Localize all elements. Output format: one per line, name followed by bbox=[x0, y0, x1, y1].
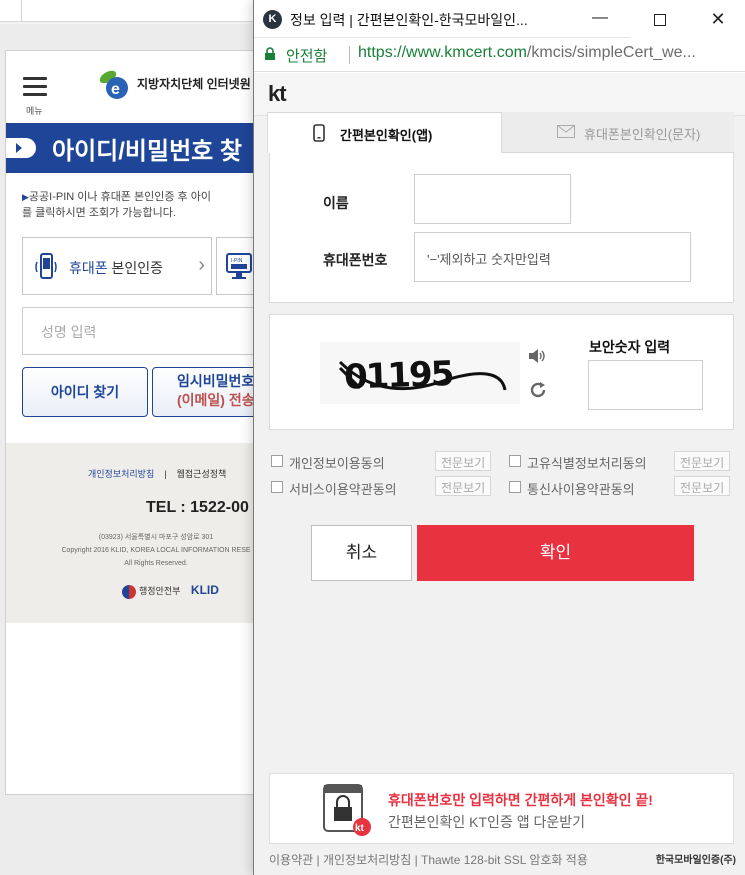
close-icon[interactable]: ✕ bbox=[690, 0, 745, 38]
banner-badge: kt bbox=[355, 823, 365, 834]
svg-text:e: e bbox=[111, 81, 120, 98]
maximize-button[interactable] bbox=[630, 0, 690, 38]
captcha-section: 01195 보안숫자 입력 bbox=[269, 314, 734, 430]
secure-label: 안전함 bbox=[286, 48, 328, 65]
arrow-icon: ▶ bbox=[22, 192, 29, 202]
privacy-policy-link[interactable]: 개인정보처리방침 bbox=[88, 469, 154, 479]
klid-logo: KLID bbox=[190, 583, 219, 597]
temp-password-button[interactable]: 임시비밀번호 (이메일) 전송 bbox=[152, 367, 264, 417]
refresh-icon[interactable] bbox=[529, 381, 547, 399]
phone-label: 휴대폰번호 bbox=[323, 252, 388, 268]
agree-unique-id-label: 고유식별정보처리동의 bbox=[527, 456, 647, 471]
addr-line3: All Rights Reserved. bbox=[124, 560, 188, 567]
url-text[interactable]: https://www.kmcert.com/kmcis/simpleCert_… bbox=[358, 44, 696, 62]
web-accessibility-link[interactable]: 웹접근성정책 bbox=[177, 469, 227, 479]
agree-carrier-checkbox[interactable] bbox=[509, 481, 521, 493]
site-header: 메뉴 e 지방자치단체 인터넷원 bbox=[6, 51, 264, 123]
banner-headline: 휴대폰번호만 입력하면 간편하게 본인확인 끝! bbox=[388, 792, 653, 808]
popup-window: K 정보 입력 | 간편본인확인-한국모바일인... — — ✕ 안전함 htt… bbox=[253, 0, 745, 875]
kt-app-lock-icon: kt bbox=[323, 784, 371, 836]
addr-line1: (03923) 서울특별시 마포구 성암로 301 bbox=[98, 534, 214, 541]
tab-simple-auth-app[interactable]: 간편본인확인(앱) bbox=[267, 112, 502, 153]
smartphone-icon bbox=[313, 124, 325, 142]
temp-pw-line1: 임시비밀번호 bbox=[177, 373, 255, 389]
background-tab-strip bbox=[0, 0, 260, 24]
phone-auth-highlight: 휴대폰 bbox=[69, 260, 108, 276]
agree-unique-id-checkbox[interactable] bbox=[509, 455, 521, 467]
mois-emblem-icon bbox=[122, 584, 136, 599]
page-title-bar: 아이디/비밀번호 찾 bbox=[6, 123, 264, 173]
kt-logo: kt bbox=[268, 81, 287, 106]
view-privacy-button[interactable]: 전문보기 bbox=[435, 451, 492, 471]
agree-service-label: 서비스이용약관동의 bbox=[289, 482, 397, 497]
url-host: https://www.kmcert.com bbox=[358, 44, 527, 61]
menu-label: 메뉴 bbox=[26, 106, 43, 116]
captcha-label: 보안숫자 입력 bbox=[589, 339, 671, 355]
tab-sms-label: 휴대폰본인확인(문자) bbox=[584, 127, 701, 142]
desc-line1: 공공I-PIN 이나 휴대폰 본인인증 후 아이 bbox=[28, 191, 211, 203]
title-tag-icon bbox=[6, 138, 36, 158]
footer-tel: TEL : 1522-00 bbox=[146, 499, 249, 516]
kt-header: kt bbox=[254, 73, 745, 116]
captcha-input[interactable] bbox=[588, 360, 703, 410]
mobile-phone-icon bbox=[35, 253, 57, 279]
footer-links[interactable]: 이용약관 | 개인정보처리방침 | Thawte 128-bit SSL 암호화… bbox=[269, 851, 588, 868]
view-service-button[interactable]: 전문보기 bbox=[435, 476, 492, 496]
site-logo-icon[interactable]: e bbox=[98, 67, 132, 101]
name-label: 이름 bbox=[323, 195, 349, 211]
lock-icon bbox=[265, 47, 275, 60]
addr-line2: Copyright 2016 KLID, KOREA LOCAL INFORMA… bbox=[61, 547, 251, 554]
address-separator bbox=[349, 46, 350, 64]
description: ▶공공I-PIN 이나 휴대폰 본인인증 후 아이 를 클릭하시면 조회가 가능… bbox=[6, 173, 264, 221]
site-footer: 개인정보처리방침 | 웹접근성정책 TEL : 1522-00 (03923) … bbox=[6, 443, 264, 623]
window-title: 정보 입력 | 간편본인확인-한국모바일인... bbox=[290, 12, 528, 28]
confirm-button[interactable]: 확인 bbox=[417, 525, 694, 581]
phone-auth-button[interactable]: 휴대폰 본인인증 › bbox=[22, 237, 212, 295]
url-path: /kmcis/simpleCert_we... bbox=[526, 44, 696, 61]
banner-subtext: 간편본인확인 KT인증 앱 다운받기 bbox=[388, 814, 585, 830]
agree-carrier-label: 통신사이용약관동의 bbox=[527, 482, 635, 497]
app-download-banner[interactable]: kt 휴대폰번호만 입력하면 간편하게 본인확인 끝! 간편본인확인 KT인증 … bbox=[269, 773, 734, 844]
view-unique-id-button[interactable]: 전문보기 bbox=[674, 451, 731, 471]
find-id-button[interactable]: 아이디 찾기 bbox=[22, 367, 148, 417]
footer-address: (03923) 서울특별시 마포구 성암로 301 Copyright 2016… bbox=[46, 531, 264, 570]
desc-line2: 를 클릭하시면 조회가 가능합니다. bbox=[22, 207, 176, 219]
background-page: 메뉴 e 지방자치단체 인터넷원 아이디/비밀번호 찾 ▶공공I-PIN 이나 … bbox=[5, 50, 265, 795]
hamburger-menu-icon[interactable] bbox=[23, 77, 47, 101]
envelope-icon bbox=[557, 125, 575, 138]
cancel-button[interactable]: 취소 bbox=[311, 525, 412, 581]
captcha-image: 01195 bbox=[320, 342, 520, 404]
name-input[interactable]: 성명 입력 bbox=[22, 307, 264, 355]
address-bar[interactable]: 안전함 https://www.kmcert.com/kmcis/simpleC… bbox=[254, 38, 745, 72]
name-field[interactable] bbox=[414, 174, 571, 224]
tab-app-label: 간편본인확인(앱) bbox=[340, 128, 433, 143]
ipin-icon-text: I-PIN bbox=[231, 258, 243, 264]
mois-label: 행정안전부 bbox=[139, 586, 181, 596]
footer-sep: | bbox=[164, 469, 167, 479]
phone-field[interactable]: '−'제외하고 숫자만입력 bbox=[414, 232, 691, 282]
speaker-icon[interactable] bbox=[528, 348, 546, 364]
footer-brand: 한국모바일인증(주) bbox=[655, 855, 736, 866]
footer-logos: 행정안전부 KLID bbox=[122, 583, 219, 599]
auth-content: kt 간편본인확인(앱) 휴대폰본인확인(문자) 이름 휴대폰번호 '−'제외하… bbox=[254, 73, 745, 875]
phone-auth-rest: 본인인증 bbox=[107, 260, 164, 276]
temp-pw-line2: (이메일) 전송 bbox=[177, 392, 255, 408]
minimize-button[interactable]: — bbox=[570, 0, 630, 38]
identity-form: 이름 휴대폰번호 '−'제외하고 숫자만입력 bbox=[269, 153, 734, 303]
view-carrier-button[interactable]: 전문보기 bbox=[674, 476, 731, 496]
chevron-right-icon: › bbox=[198, 254, 205, 276]
agree-service-checkbox[interactable] bbox=[271, 481, 283, 493]
page-title: 아이디/비밀번호 찾 bbox=[52, 138, 242, 165]
agree-privacy-checkbox[interactable] bbox=[271, 455, 283, 467]
footer-links: 개인정보처리방침 | 웹접근성정책 bbox=[88, 467, 226, 480]
agree-privacy-label: 개인정보이용동의 bbox=[289, 456, 385, 471]
kmcert-logo-icon: K bbox=[263, 10, 282, 29]
phone-auth-label: 휴대폰 본인인증 bbox=[69, 258, 163, 278]
tab-sms-auth[interactable]: 휴대폰본인확인(문자) bbox=[502, 112, 734, 153]
site-name: 지방자치단체 인터넷원 bbox=[137, 77, 251, 91]
bg-tab-seg bbox=[22, 0, 260, 22]
bg-tab-seg bbox=[0, 0, 22, 22]
ipin-monitor-icon: I-PIN bbox=[226, 253, 252, 279]
